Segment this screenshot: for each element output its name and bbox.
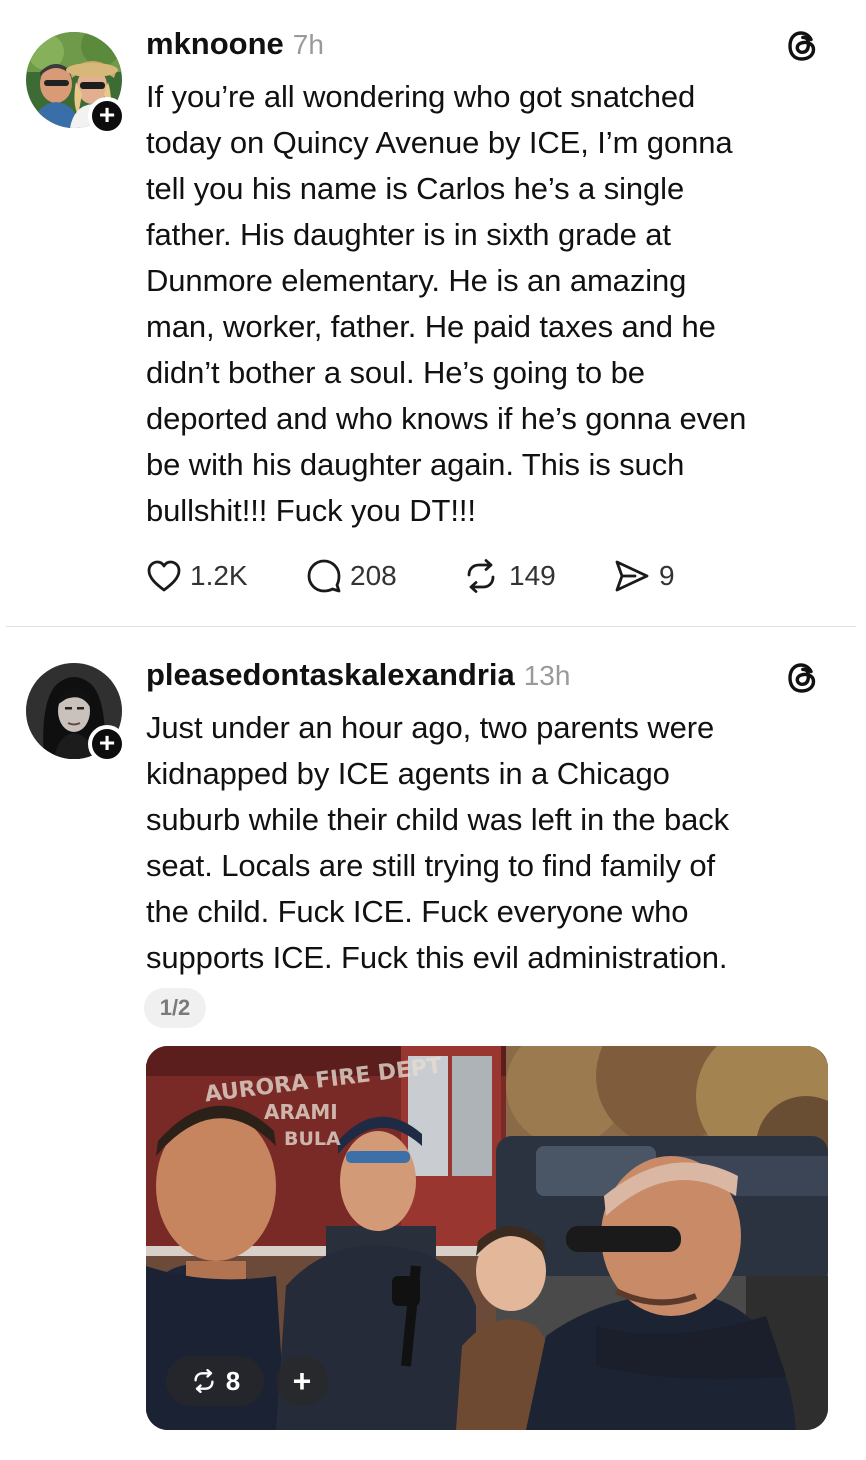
image-add-button[interactable]: +	[276, 1356, 328, 1406]
post-header: mknoone 7h	[146, 26, 324, 66]
post-body: If you’re all wondering who got snatched…	[146, 79, 747, 528]
follow-button-pleasedontaskalexandria[interactable]: +	[88, 725, 126, 763]
truck-lettering-line3: BULA	[284, 1128, 341, 1150]
like-button[interactable]: 1.2K	[146, 559, 306, 593]
follow-button-mknoone[interactable]: +	[88, 97, 126, 135]
timestamp: 13h	[523, 660, 571, 691]
post-header: pleasedontaskalexandria 13h	[146, 657, 570, 697]
image-page-indicator: 1/2	[144, 988, 206, 1028]
repost-count: 149	[509, 560, 556, 591]
repost-icon	[194, 1369, 214, 1393]
post-body: Just under an hour ago, two parents were…	[146, 710, 730, 975]
post-mknoone: + mknoone 7h If you’re all wondering who…	[0, 0, 866, 626]
post-image[interactable]: AURORA FIRE DEPT ARAMI BULA 8 +	[146, 1046, 828, 1430]
like-count: 1.2K	[190, 560, 248, 591]
image-repost-count: 8	[225, 1365, 241, 1396]
repost-button[interactable]: 149	[461, 559, 613, 593]
reply-button[interactable]: 208	[306, 558, 461, 594]
truck-lettering-line2: ARAMI	[264, 1100, 338, 1124]
threads-logo-icon[interactable]	[785, 28, 821, 64]
timestamp: 7h	[292, 29, 324, 60]
action-bar: 1.2K 208 149 9	[146, 556, 693, 596]
share-button[interactable]: 9	[613, 558, 693, 594]
threads-logo-icon[interactable]	[785, 660, 821, 696]
image-repost-button[interactable]: 8	[166, 1356, 264, 1406]
send-icon	[615, 560, 649, 592]
heart-icon	[147, 560, 181, 592]
username[interactable]: mknoone	[146, 26, 284, 62]
username[interactable]: pleasedontaskalexandria	[146, 657, 515, 693]
share-count: 9	[659, 560, 675, 591]
repost-icon	[467, 559, 495, 593]
comment-bubble-icon	[307, 559, 341, 593]
reply-count: 208	[350, 560, 397, 591]
